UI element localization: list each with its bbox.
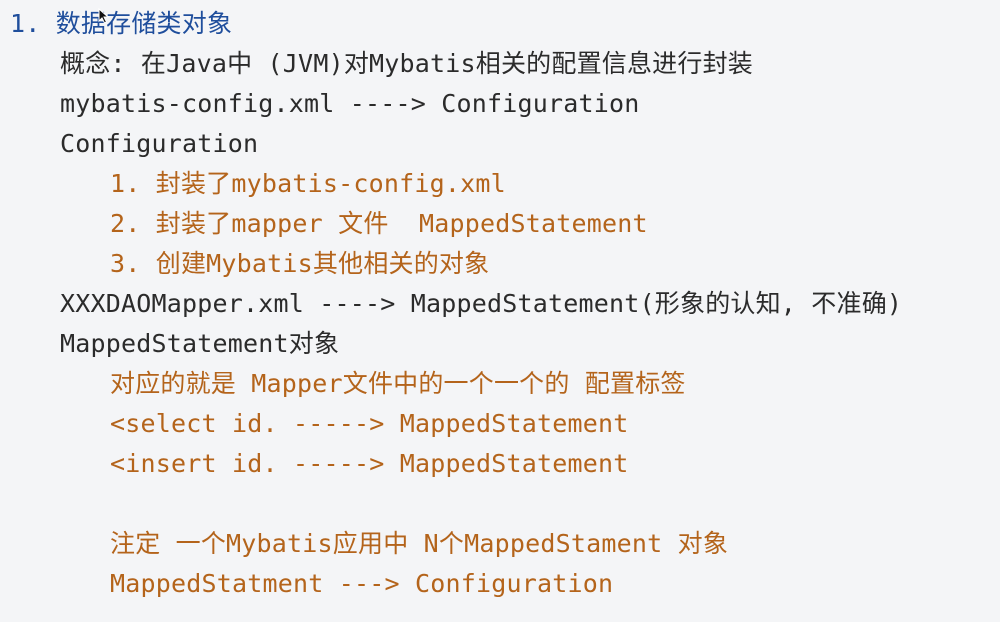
concept-line: 概念: 在Java中 (JVM)对Mybatis相关的配置信息进行封装 xyxy=(60,49,753,78)
section-heading: 1. 数据存储类对象 xyxy=(10,9,233,38)
config-list-item: 3. 创建Mybatis其他相关的对象 xyxy=(110,249,490,278)
configuration-label: Configuration xyxy=(60,129,259,158)
config-list-item: 2. 封装了mapper 文件 MappedStatement xyxy=(110,209,648,238)
mapping-line: mybatis-config.xml ----> Configuration xyxy=(60,89,640,118)
mouse-pointer-icon xyxy=(98,8,110,24)
dao-mapper-line: XXXDAOMapper.xml ----> MappedStatement(形… xyxy=(60,289,903,318)
n-mapped-statement-line: 注定 一个Mybatis应用中 N个MappedStament 对象 xyxy=(110,529,729,558)
mapped-statement-configuration-line: MappedStatment ---> Configuration xyxy=(110,569,614,598)
mapped-statement-label: MappedStatement对象 xyxy=(60,329,340,358)
select-mapping-line: <select id. -----> MappedStatement xyxy=(110,409,629,438)
document-body: 1. 数据存储类对象 概念: 在Java中 (JVM)对Mybatis相关的配置… xyxy=(0,0,1000,622)
insert-mapping-line: <insert id. -----> MappedStatement xyxy=(110,449,629,478)
mapped-statement-note: 对应的就是 Mapper文件中的一个一个的 配置标签 xyxy=(110,369,686,398)
config-list-item: 1. 封装了mybatis-config.xml xyxy=(110,169,506,198)
